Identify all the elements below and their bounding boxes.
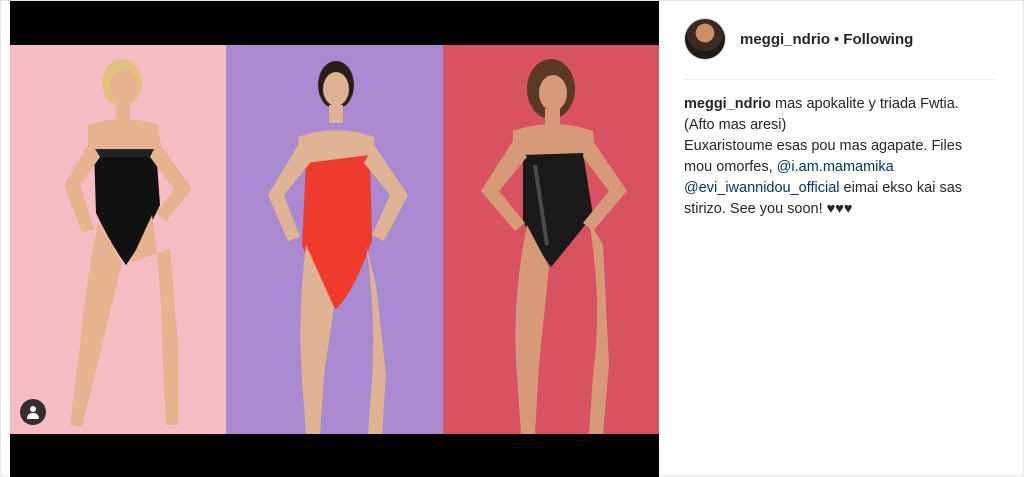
divider bbox=[684, 79, 995, 80]
username-link[interactable]: meggi_ndrio bbox=[740, 31, 830, 48]
model-figure-1 bbox=[64, 59, 192, 427]
user-tag-icon[interactable] bbox=[20, 399, 46, 425]
image-panel-3 bbox=[443, 45, 659, 434]
avatar[interactable] bbox=[684, 18, 726, 60]
image-panel-1 bbox=[10, 45, 226, 434]
post-container: meggi_ndrio • Following meggi_ndrio mas ap… bbox=[0, 0, 1024, 477]
caption: meggi_ndrio mas apokalite y triada Fwtia… bbox=[684, 94, 984, 220]
caption-text-1: mas apokalite y triada Fwtia. bbox=[771, 96, 959, 112]
caption-text-2: (Afto mas aresi) bbox=[684, 117, 787, 133]
header-text: meggi_ndrio • Following bbox=[740, 31, 913, 48]
post-image[interactable] bbox=[10, 1, 659, 477]
model-figure-3 bbox=[481, 59, 627, 434]
caption-username-link[interactable]: meggi_ndrio bbox=[684, 96, 771, 112]
person-icon bbox=[27, 406, 39, 419]
following-button[interactable]: Following bbox=[843, 31, 913, 48]
post-header: meggi_ndrio • Following bbox=[684, 15, 995, 63]
image-panel-2 bbox=[226, 45, 443, 434]
mention-link-2[interactable]: @evi_iwannidou_official bbox=[684, 180, 840, 196]
separator-dot: • bbox=[834, 30, 840, 48]
post-sidebar: meggi_ndrio • Following meggi_ndrio mas ap… bbox=[669, 1, 1024, 477]
mention-link-1[interactable]: @i.am.mamamika bbox=[777, 159, 894, 175]
model-figure-2 bbox=[268, 61, 408, 434]
